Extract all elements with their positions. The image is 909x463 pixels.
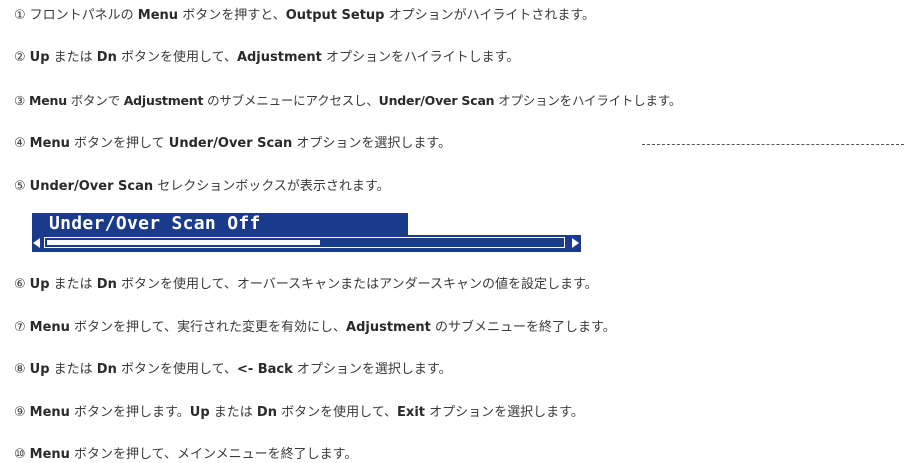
step-keyword: Menu [29,405,70,420]
step-text: フロントパネルの [29,8,138,23]
step-text: ボタンを押して [69,136,169,151]
osd-slider-fill [47,240,320,245]
arrow-left-icon [33,238,40,248]
step-keyword: Menu [29,93,67,108]
step-keyword: Up [29,50,50,65]
step-text: ボタンを使用して、 [116,362,237,377]
step-keyword: Menu [29,136,70,151]
step-keyword: Adjustment [123,93,204,108]
step-text: ボタンを使用して、 [276,405,398,420]
step-text: オプションを選択します。 [424,405,584,420]
step-number: ⑦ [14,320,26,335]
step-keyword: Up [189,405,210,420]
step-6: ⑥ Up または Dn ボタンを使用して、オーバースキャンまたはアンダースキャンの… [14,277,598,293]
osd-slider-bar [32,235,581,252]
step-keyword: Under/Over Scan [378,93,495,108]
step-1: ① フロントパネルの Menu ボタンを押すと、Output Setup オプショ… [14,8,595,24]
step-number: ⑨ [14,405,26,420]
step-keyword: <- Back [236,362,293,377]
step-number: ⑩ [14,447,26,462]
step-3: ③ Menu ボタンで Adjustment のサブメニューにアクセスし、Unde… [14,93,681,109]
step-text: ボタンを押して、メインメニューを終了します。 [69,447,358,462]
step-number: ③ [14,93,26,108]
step-8: ⑧ Up または Dn ボタンを使用して、<- Back オプションを選択します。 [14,362,452,378]
step-keyword: Menu [29,447,70,462]
step-text: ボタンを使用して、オーバースキャンまたはアンダースキャンの値を設定します。 [116,277,598,292]
step-5: ⑤ Under/Over Scan セレクションボックスが表示されます。 [14,179,390,195]
step-9: ⑨ Menu ボタンを押します。Up または Dn ボタンを使用して、Exit オ… [14,405,584,421]
step-number: ⑥ [14,277,26,292]
step-text: オプションを選択します。 [292,362,452,377]
step-keyword: Dn [96,277,117,292]
step-keyword: Dn [96,50,117,65]
step-4: ④ Menu ボタンを押して Under/Over Scan オプションを選択しま… [14,136,451,152]
step-7: ⑦ Menu ボタンを押して、実行された変更を有効にし、Adjustment のサ… [14,320,616,336]
step-text: または [49,50,97,65]
step-keyword: Adjustment [346,320,431,335]
step-text: または [49,362,97,377]
step-text: オプションをハイライトします。 [494,93,682,108]
step-text: ボタンを押すと、 [178,8,286,23]
step-keyword: Menu [137,8,179,23]
step-number: ② [14,50,26,65]
osd-slider-track [44,237,565,248]
step-keyword: Up [29,362,50,377]
step-number: ① [14,8,26,23]
step-2: ② Up または Dn ボタンを使用して、Adjustment オプションをハイラ… [14,50,519,66]
step-text: のサブメニューにアクセスし、 [203,93,379,108]
osd-title: Under/Over Scan Off [32,213,408,235]
step-text: オプションがハイライトされます。 [384,8,596,23]
step-number: ④ [14,136,26,151]
step-text: のサブメニューを終了します。 [430,320,616,335]
step-number: ⑧ [14,362,26,377]
step-text: ボタンを押します。 [69,405,190,420]
arrow-right-icon [572,238,579,248]
step-keyword: Up [29,277,50,292]
under-over-scan-selection-box: Under/Over Scan Off [32,213,581,253]
step-text: セレクションボックスが表示されます。 [153,179,390,194]
step-keyword: Menu [29,320,70,335]
step-text: ボタンを押して、実行された変更を有効にし、 [69,320,347,335]
step-text: ボタンで [66,93,124,108]
step-text: または [49,277,97,292]
step-keyword: Adjustment [236,50,322,65]
step-keyword: Under/Over Scan [29,179,154,194]
step-keyword: Output Setup [285,8,385,23]
step-text: オプションを選択します。 [292,136,452,151]
step-keyword: Dn [256,405,277,420]
step-keyword: Dn [96,362,117,377]
step-keyword: Under/Over Scan [168,136,293,151]
step-number: ⑤ [14,179,26,194]
step-text: ボタンを使用して、 [116,50,237,65]
step-text: オプションをハイライトします。 [321,50,520,65]
step-keyword: Exit [397,405,425,420]
leader-dotted-line [642,144,904,145]
step-text: または [209,405,257,420]
